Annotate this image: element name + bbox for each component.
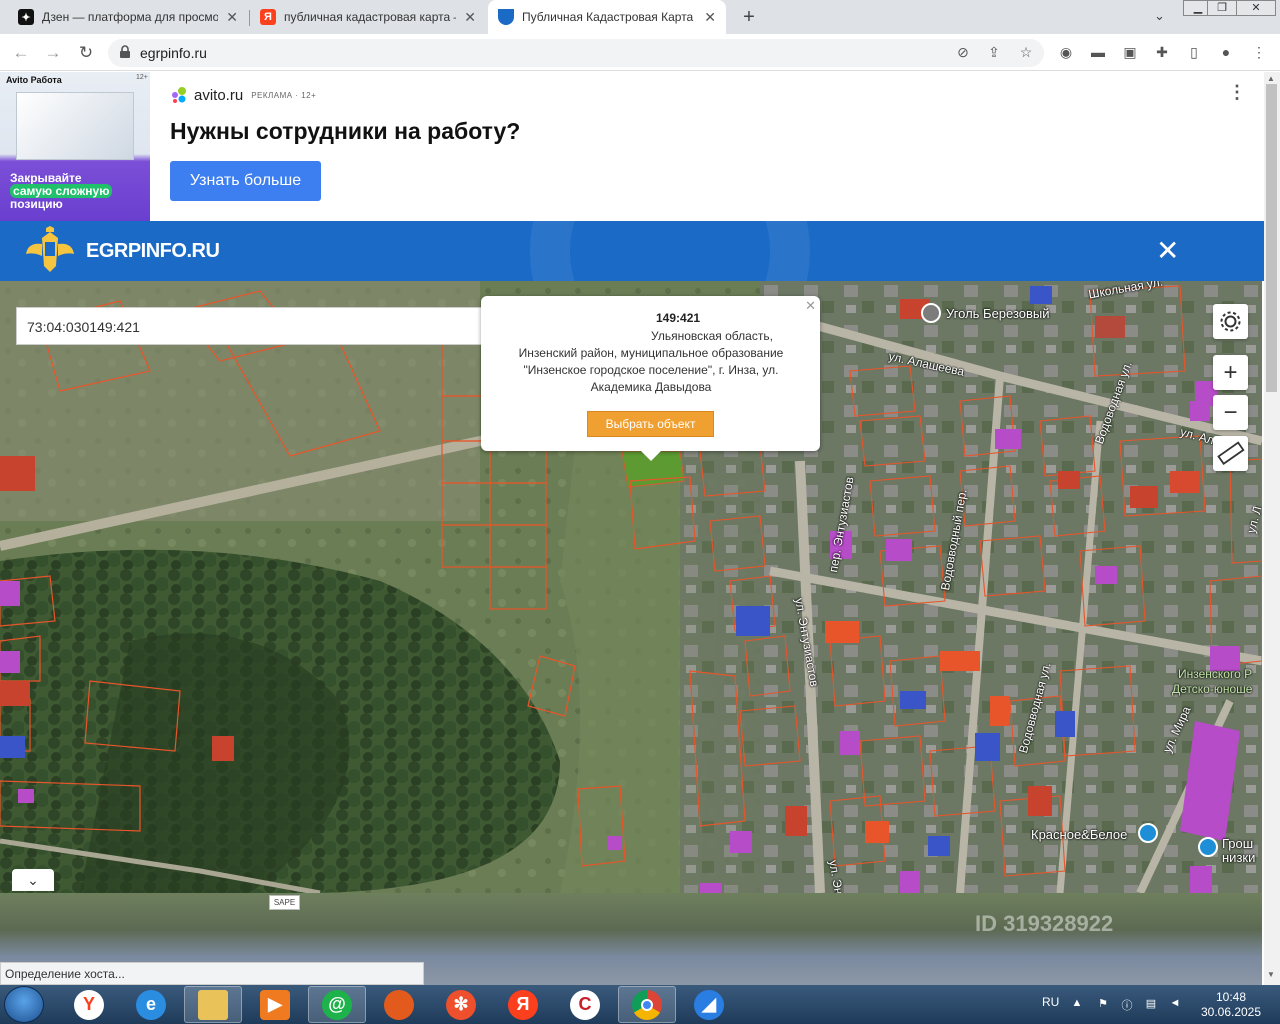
ad-cta-button[interactable]: Узнать больше	[170, 161, 321, 201]
windows-taskbar: Y e ▶ @ ✻ Я C ◢ RU ▲ ⚑ ⓘ ▤ ◄ 10:48 30.06…	[0, 985, 1280, 1024]
ruler-icon[interactable]	[1213, 436, 1248, 471]
site-emblem-icon	[26, 226, 74, 272]
ad-image-room	[16, 92, 134, 160]
mail-agent-icon[interactable]: @	[308, 986, 366, 1023]
window-close-button[interactable]: ✕	[1236, 0, 1276, 16]
close-tab-icon[interactable]: ✕	[226, 9, 238, 26]
poi-label[interactable]: Уголь Березовый	[946, 306, 1050, 321]
page-scrollbar[interactable]: ▲ ▼	[1264, 72, 1280, 985]
address-bar[interactable]: egrpinfo.ru	[108, 39, 1044, 67]
extension-icon[interactable]: ▬	[1089, 43, 1107, 61]
ad-image-text: Закрывайте самую сложную позицию	[10, 172, 113, 211]
new-tab-button[interactable]: +	[736, 4, 762, 30]
poi-label[interactable]: низки	[1222, 850, 1255, 865]
maximize-button[interactable]: ❐	[1207, 0, 1237, 16]
ad-source: avito.ru РЕКЛАМА · 12+	[170, 86, 316, 104]
extension-icon[interactable]: ◉	[1057, 43, 1075, 61]
system-tray: RU ▲ ⚑ ⓘ ▤ ◄ 10:48 30.06.2025	[1040, 985, 1280, 1024]
extension-icon[interactable]: ▣	[1121, 43, 1139, 61]
yandex-icon[interactable]: Я	[494, 986, 552, 1023]
yandex-browser-icon[interactable]: Y	[60, 986, 118, 1023]
shop-marker-icon[interactable]	[1138, 823, 1158, 843]
close-map-button[interactable]: ✕	[1156, 237, 1179, 265]
ccleaner-icon[interactable]: C	[556, 986, 614, 1023]
tab-title: Дзен — платформа для просмотра	[42, 10, 219, 24]
avito-logo-icon	[172, 87, 186, 103]
ad-menu-icon[interactable]: ⋮	[1228, 82, 1246, 103]
collapse-chevron-icon[interactable]: ⌄	[12, 869, 54, 891]
app-icon[interactable]: ◢	[680, 986, 738, 1023]
tab-dzen[interactable]: ✦ Дзен — платформа для просмотра ✕	[8, 0, 248, 34]
sape-badge[interactable]: SAPE	[269, 895, 300, 910]
scroll-thumb[interactable]	[1266, 84, 1277, 392]
reload-icon[interactable]: ↻	[75, 42, 97, 64]
close-tab-icon[interactable]: ✕	[464, 9, 476, 26]
ad-image-age: 12+	[136, 74, 148, 81]
site-title[interactable]: EGRPINFO.RU	[86, 240, 220, 263]
dzen-icon: ✦	[18, 9, 34, 25]
sidepanel-icon[interactable]: ▯	[1185, 43, 1203, 61]
forward-arrow-icon[interactable]: →	[42, 42, 64, 64]
network-icon[interactable]: ▤	[1144, 997, 1158, 1011]
ad-image[interactable]: Avito Работа 12+ Закрывайте самую сложну…	[0, 72, 150, 221]
parcel-address: Ульяновская область, Инзенский район, му…	[518, 329, 784, 394]
cadastral-map[interactable]: Уголь Березовый Школьная ул. ул. Алашеев…	[0, 281, 1262, 893]
bookmark-star-icon[interactable]: ☆	[1017, 43, 1035, 61]
lock-icon	[120, 45, 130, 58]
media-player-icon[interactable]: ▶	[246, 986, 304, 1023]
settings-gear-icon[interactable]	[1213, 304, 1248, 339]
poi-label[interactable]: Красное&Белое	[1031, 827, 1127, 842]
file-explorer-icon[interactable]	[184, 986, 242, 1023]
share-icon[interactable]: ⇪	[985, 43, 1003, 61]
poi-marker-icon[interactable]	[921, 303, 941, 323]
zoom-out-button[interactable]: −	[1213, 395, 1248, 430]
scroll-down-icon[interactable]: ▼	[1267, 970, 1275, 979]
parcel-info-popup: ✕ 149:421 Ульяновская область, Инзенский…	[481, 296, 820, 461]
popup-close-icon[interactable]: ✕	[805, 298, 816, 314]
shop-marker-icon[interactable]	[1198, 837, 1218, 857]
ad-headline: Нужны сотрудники на работу?	[170, 118, 521, 144]
browser-tab-strip: ✦ Дзен — платформа для просмотра ✕ Я пуб…	[0, 0, 1280, 34]
shield-icon	[498, 9, 514, 25]
tab-title: публичная кадастровая карта — Яндекс	[284, 10, 456, 24]
close-tab-icon[interactable]: ✕	[704, 9, 716, 26]
tab-yandex[interactable]: Я публичная кадастровая карта — Яндекс ✕	[250, 0, 486, 34]
blocked-popup-icon[interactable]: ⊘	[954, 43, 972, 61]
search-input[interactable]: 73:04:030149:421	[27, 319, 140, 335]
menu-kebab-icon[interactable]: ⋮	[1250, 43, 1268, 61]
ad-banner[interactable]: Avito Работа 12+ Закрывайте самую сложну…	[0, 72, 1264, 221]
select-object-button[interactable]: Выбрать объект	[587, 411, 714, 437]
watermark-text: ID 319328922	[975, 911, 1114, 936]
tab-cadastral[interactable]: Публичная Кадастровая Карта Росреестра ✕	[488, 0, 726, 34]
start-button[interactable]	[4, 986, 44, 1023]
header-decoration	[530, 221, 810, 281]
flag-icon[interactable]: ⚑	[1096, 997, 1110, 1011]
tray-expand-icon[interactable]: ▲	[1070, 997, 1084, 1011]
parcel-number: 149:421	[656, 311, 701, 325]
firefox-icon[interactable]	[370, 986, 428, 1023]
clock[interactable]: 10:48 30.06.2025	[1198, 990, 1264, 1020]
language-indicator[interactable]: RU	[1042, 995, 1059, 1009]
tab-search-chevron-icon[interactable]: ⌄	[1154, 8, 1165, 24]
yandex-icon: Я	[260, 9, 276, 25]
site-header: EGRPINFO.RU ✕	[0, 221, 1264, 281]
ok-app-icon[interactable]: ✻	[432, 986, 490, 1023]
poi-label[interactable]: Детско-юноше	[1172, 682, 1252, 696]
puzzle-icon[interactable]: ✚	[1153, 43, 1171, 61]
browser-toolbar: ← → ↻ egrpinfo.ru ⊘ ⇪ ☆ ◉ ▬ ▣ ✚ ▯ ● ⋮	[0, 34, 1280, 71]
poi-label[interactable]: Инзенского Р	[1178, 667, 1252, 681]
chrome-icon[interactable]	[618, 986, 676, 1023]
scroll-up-icon[interactable]: ▲	[1267, 74, 1275, 83]
zoom-in-button[interactable]: +	[1213, 355, 1248, 390]
ad-image-brand: Avito Работа	[6, 75, 62, 85]
profile-icon[interactable]: ●	[1217, 43, 1235, 61]
info-icon[interactable]: ⓘ	[1120, 997, 1134, 1012]
internet-explorer-icon[interactable]: e	[122, 986, 180, 1023]
back-arrow-icon[interactable]: ←	[10, 42, 32, 64]
tab-title: Публичная Кадастровая Карта Росреестра	[522, 10, 696, 24]
status-bar: Определение хоста...	[0, 962, 424, 985]
url-text: egrpinfo.ru	[140, 45, 207, 61]
poi-label[interactable]: Грош	[1222, 836, 1253, 851]
volume-icon[interactable]: ◄	[1168, 997, 1182, 1011]
